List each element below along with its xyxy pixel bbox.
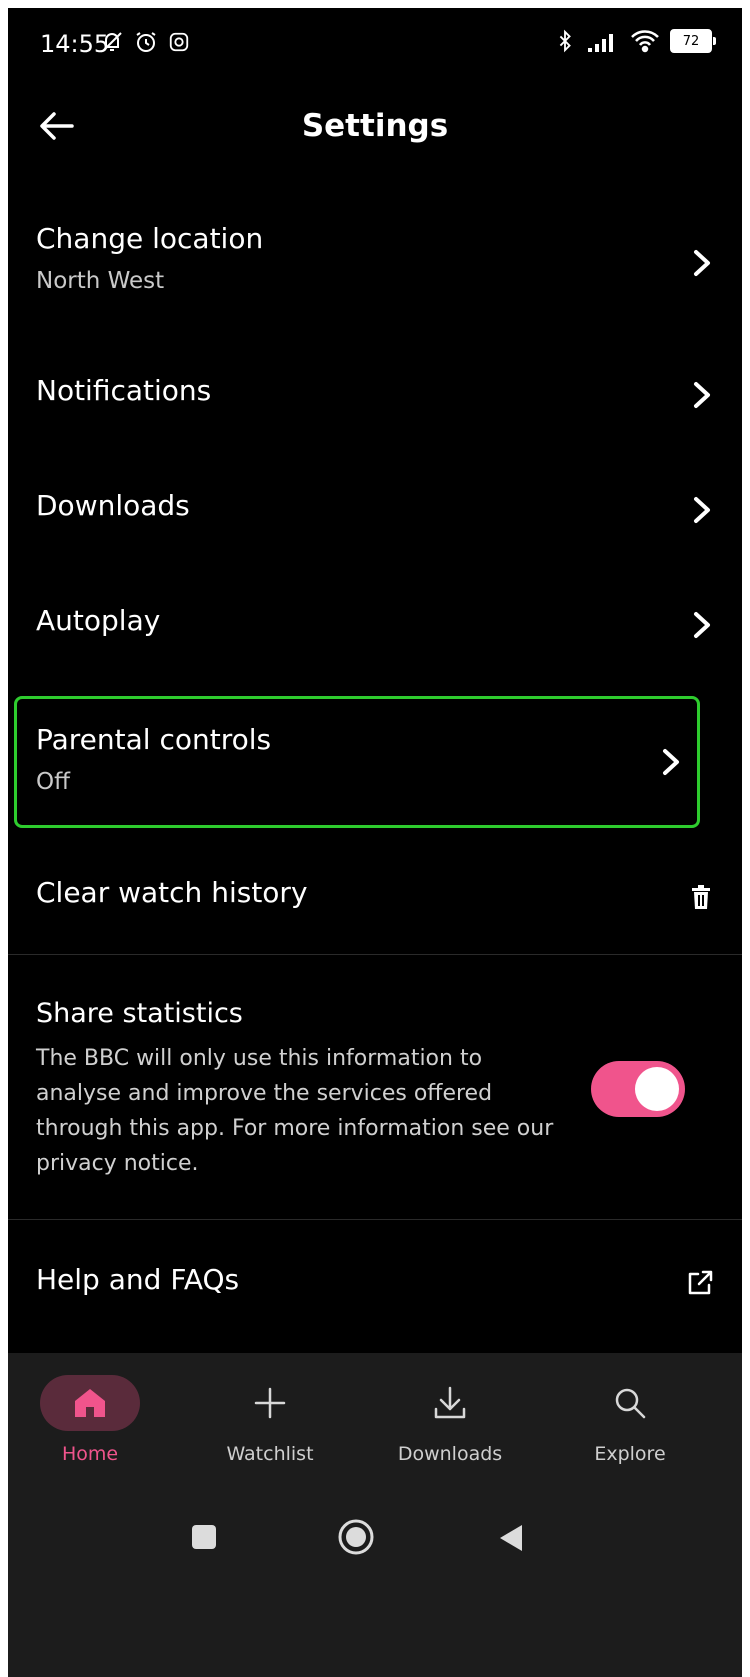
wifi-icon (631, 30, 659, 53)
notifications-label: Notifications (36, 374, 212, 407)
chevron-right-icon (663, 749, 679, 775)
chevron-right-icon (694, 612, 710, 638)
clear-watch-history-label: Clear watch history (36, 876, 308, 909)
parental-controls-value: Off (36, 769, 70, 795)
parental-controls-label: Parental controls (36, 723, 272, 756)
nav-explore[interactable]: Explore (540, 1353, 720, 1493)
system-nav-bar (8, 1493, 742, 1677)
home-button-icon[interactable] (338, 1519, 374, 1555)
change-location-label: Change location (36, 222, 264, 255)
divider (8, 1219, 742, 1220)
alarm-icon (136, 32, 156, 52)
settings-row-change-location[interactable]: Change location North West (8, 198, 742, 328)
battery-icon: 72 (670, 29, 716, 53)
settings-row-clear-watch-history[interactable]: Clear watch history (8, 838, 742, 953)
downloads-label: Downloads (36, 489, 190, 522)
header: Settings (8, 78, 742, 178)
trash-icon[interactable] (690, 884, 712, 910)
nav-home-label: Home (61, 1443, 119, 1465)
nav-watchlist[interactable]: Watchlist (180, 1353, 360, 1493)
bluetooth-icon (559, 29, 571, 53)
nav-downloads[interactable]: Downloads (360, 1353, 540, 1493)
settings-row-help-faqs[interactable]: Help and FAQs (8, 1223, 742, 1343)
app-screen: 14:55 72 Settings Change location North … (8, 8, 742, 1677)
nav-downloads-label: Downloads (397, 1443, 503, 1465)
muted-notifications-icon (102, 32, 122, 52)
nav-downloads-icon-wrap (400, 1375, 500, 1431)
page-title: Settings (301, 108, 449, 144)
share-statistics-label: Share statistics (36, 998, 243, 1029)
nav-explore-label: Explore (594, 1443, 666, 1465)
external-link-icon (688, 1270, 713, 1295)
status-left-icons (100, 30, 190, 54)
search-icon (615, 1388, 646, 1419)
divider (8, 954, 742, 955)
nav-home[interactable]: Home (8, 1353, 180, 1493)
nav-watchlist-label: Watchlist (226, 1443, 314, 1465)
home-icon (75, 1389, 105, 1417)
settings-row-downloads[interactable]: Downloads (8, 453, 742, 563)
nav-home-icon-wrap (40, 1375, 140, 1431)
autoplay-label: Autoplay (36, 604, 161, 637)
help-faqs-label: Help and FAQs (36, 1263, 240, 1296)
battery-level: 72 (682, 33, 700, 49)
settings-row-parental-controls[interactable]: Parental controls Off (14, 696, 700, 828)
toggle-knob (635, 1067, 679, 1111)
bottom-nav: Home Watchlist Downloads Explore (8, 1353, 742, 1493)
change-location-value: North West (36, 268, 165, 294)
status-time: 14:55 (40, 30, 110, 58)
share-statistics-description: The BBC will only use this information t… (36, 1046, 554, 1176)
recents-button-icon[interactable] (190, 1523, 218, 1551)
status-right-icons: 72 (554, 28, 716, 54)
status-bar: 14:55 72 (8, 8, 742, 78)
nav-explore-icon-wrap (580, 1375, 680, 1431)
settings-row-autoplay[interactable]: Autoplay (8, 568, 742, 678)
plus-icon (254, 1387, 286, 1419)
chevron-right-icon (694, 382, 710, 408)
download-icon (434, 1386, 466, 1419)
nav-watchlist-icon-wrap (220, 1375, 320, 1431)
instagram-icon (169, 32, 189, 52)
settings-row-notifications[interactable]: Notifications (8, 338, 742, 448)
back-button-icon[interactable] (498, 1523, 524, 1553)
share-statistics-toggle[interactable] (591, 1061, 685, 1117)
chevron-right-icon (694, 497, 710, 523)
chevron-right-icon (694, 250, 710, 276)
signal-icon (588, 34, 613, 52)
